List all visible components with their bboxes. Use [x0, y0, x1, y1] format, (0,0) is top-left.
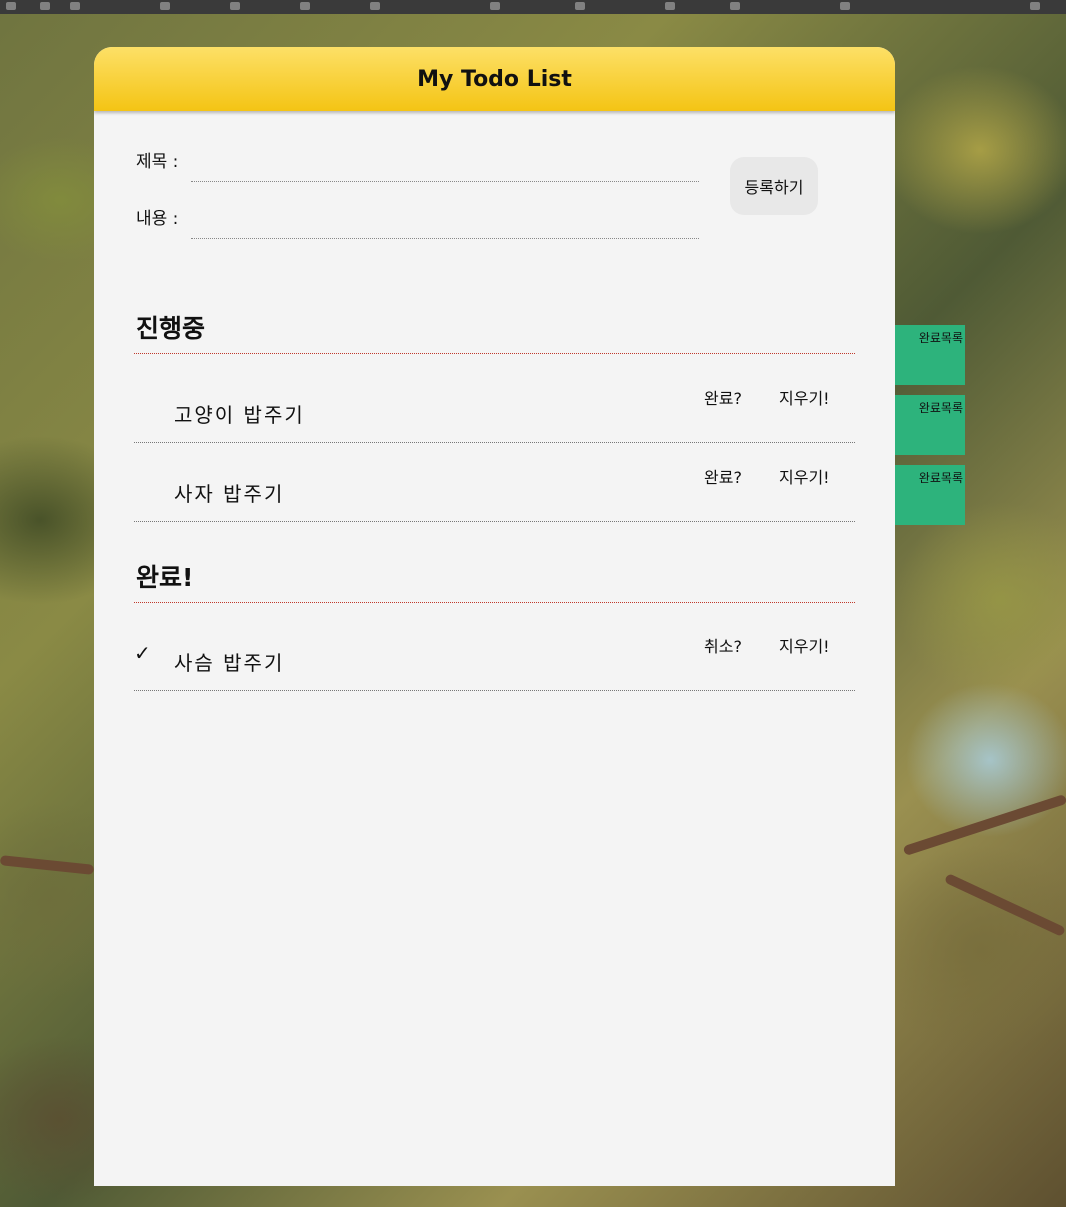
completed-list-tab[interactable]: 완료목록: [895, 465, 965, 525]
todo-form: 제목 : 내용 : 등록하기: [136, 147, 836, 287]
browser-bookmark-bar: [0, 0, 1066, 14]
cancel-button[interactable]: 취소?: [704, 633, 742, 657]
content-label: 내용 :: [136, 209, 179, 229]
todo-title: 사자 밥주기: [174, 482, 285, 506]
content-field-row: 내용 :: [136, 204, 699, 239]
todo-item-completed: ✓ 사슴 밥주기 취소? 지우기!: [134, 611, 855, 691]
todo-item: 고양이 밥주기 완료? 지우기!: [134, 363, 855, 443]
delete-button[interactable]: 지우기!: [779, 385, 830, 409]
check-icon: ✓: [134, 641, 151, 665]
delete-button[interactable]: 지우기!: [779, 633, 830, 657]
completed-divider: [134, 602, 855, 603]
complete-button[interactable]: 완료?: [704, 385, 742, 409]
in-progress-divider: [134, 353, 855, 354]
content-input[interactable]: [191, 208, 699, 239]
title-field-row: 제목 :: [136, 147, 699, 182]
title-input[interactable]: [191, 151, 699, 182]
completed-list-tab[interactable]: 완료목록: [895, 395, 965, 455]
todo-panel: My Todo List 제목 : 내용 : 등록하기 진행중 고양이 밥주기 …: [94, 47, 895, 1186]
in-progress-heading: 진행중: [136, 314, 206, 343]
submit-button[interactable]: 등록하기: [730, 157, 818, 215]
todo-title: 사슴 밥주기: [174, 651, 285, 675]
todo-item: 사자 밥주기 완료? 지우기!: [134, 442, 855, 522]
app-title: My Todo List: [417, 66, 572, 92]
completed-heading: 완료!: [136, 563, 194, 592]
app-header: My Todo List: [94, 47, 895, 111]
todo-title: 고양이 밥주기: [174, 403, 305, 427]
completed-list-tab[interactable]: 완료목록: [895, 325, 965, 385]
title-label: 제목 :: [136, 152, 179, 172]
delete-button[interactable]: 지우기!: [779, 464, 830, 488]
complete-button[interactable]: 완료?: [704, 464, 742, 488]
